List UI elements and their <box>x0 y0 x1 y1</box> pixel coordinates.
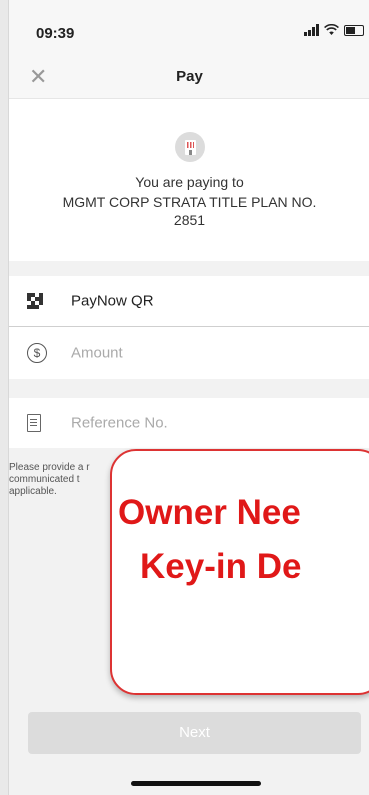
merchant-card: You are paying to MGMT CORP STRATA TITLE… <box>9 99 369 261</box>
status-time: 09:39 <box>36 25 75 42</box>
next-button[interactable]: Next <box>28 712 361 754</box>
battery-icon <box>344 24 364 36</box>
callout-line-2: Key-in De <box>140 547 302 586</box>
reference-placeholder[interactable]: Reference No. <box>71 415 168 432</box>
amount-field[interactable]: $ Amount <box>9 327 369 379</box>
payment-method-label: PayNow QR <box>71 292 154 310</box>
qr-code-icon <box>27 293 43 309</box>
reference-field[interactable]: Reference No. <box>9 398 369 448</box>
signal-icon <box>304 24 319 36</box>
receipt-icon <box>27 414 41 432</box>
status-bar: 09:39 <box>9 0 369 54</box>
callout-line-1: Owner Nee <box>118 493 301 532</box>
amount-placeholder[interactable]: Amount <box>71 345 123 362</box>
home-indicator <box>131 781 261 786</box>
status-icons <box>304 24 364 36</box>
building-icon <box>175 132 205 162</box>
paying-to-label: You are paying to <box>135 174 244 190</box>
navigation-bar: ✕ Pay <box>9 54 369 99</box>
merchant-name: MGMT CORP STRATA TITLE PLAN NO. 2851 <box>62 194 317 228</box>
dollar-circle-icon: $ <box>27 343 47 363</box>
page-title: Pay <box>176 68 203 85</box>
payment-method-row[interactable]: PayNow QR <box>9 276 369 326</box>
annotation-callout: Owner Nee Key-in De <box>110 449 369 695</box>
wifi-icon <box>324 24 339 35</box>
